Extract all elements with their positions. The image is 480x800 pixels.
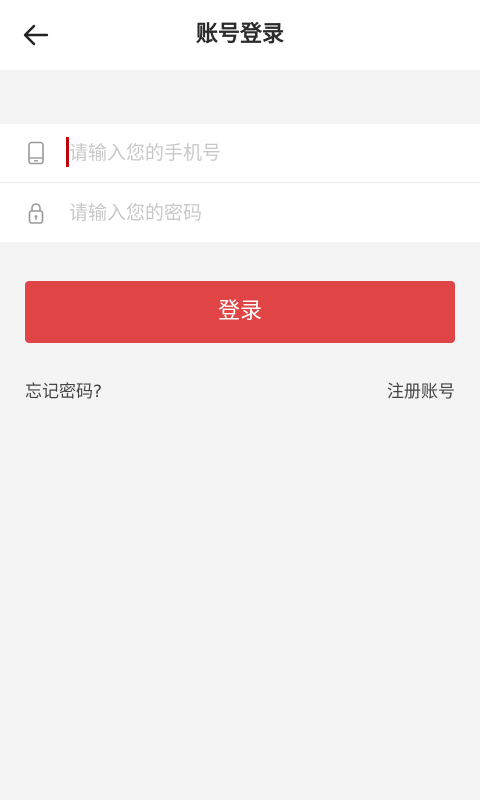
phone-input[interactable] <box>66 133 449 173</box>
login-button[interactable]: 登录 <box>25 281 455 343</box>
lock-icon <box>24 201 48 225</box>
top-bar: 账号登录 <box>0 0 480 70</box>
register-link[interactable]: 注册账号 <box>387 377 455 402</box>
forgot-password-link[interactable]: 忘记密码? <box>25 377 102 402</box>
login-form <box>0 124 480 242</box>
password-input[interactable] <box>66 193 449 233</box>
page-title: 账号登录 <box>195 22 284 47</box>
password-row <box>0 184 480 242</box>
phone-row <box>0 124 480 183</box>
phone-icon <box>24 141 48 165</box>
divider <box>0 182 480 183</box>
text-cursor <box>66 137 69 167</box>
